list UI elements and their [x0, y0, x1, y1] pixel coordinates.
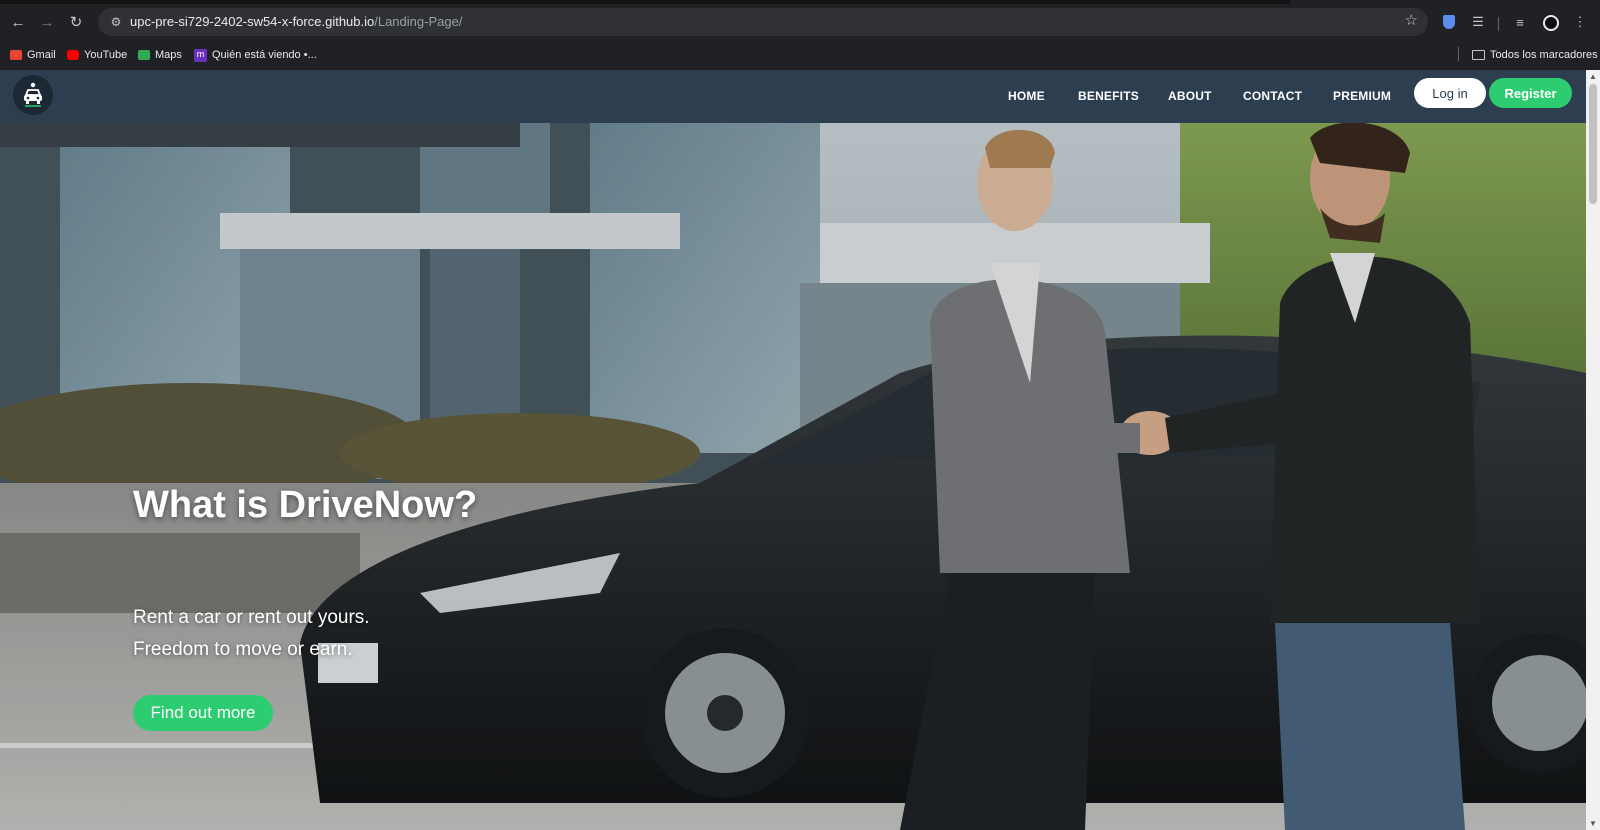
site-info-icon[interactable]: ⚙	[106, 12, 126, 32]
bookmark-label: YouTube	[84, 49, 128, 61]
url-path: /Landing-Page/	[374, 14, 463, 29]
bookmark-quien-esta-viendo[interactable]: m Quién está viendo •...	[194, 46, 317, 64]
profile-avatar[interactable]	[1543, 15, 1559, 31]
hero-title: What is DriveNow?	[133, 484, 478, 526]
bookmark-gmail[interactable]: Gmail	[10, 46, 56, 64]
all-bookmarks[interactable]: Todos los marcadores	[1472, 46, 1598, 64]
scroll-down-arrow-icon[interactable]: ▼	[1589, 819, 1597, 828]
drivenow-logo[interactable]	[13, 75, 53, 115]
nav-contact[interactable]: CONTACT	[1243, 89, 1302, 103]
nav-home[interactable]: HOME	[1008, 89, 1045, 103]
register-button[interactable]: Register	[1489, 78, 1572, 108]
bookmark-star-icon[interactable]: ☆	[1405, 11, 1418, 29]
menu-icon[interactable]: ⋮	[1568, 10, 1592, 34]
hero-subtitle-line-1: Rent a car or rent out yours.	[133, 607, 370, 628]
folder-icon	[1472, 50, 1485, 60]
bookmark-label: Maps	[155, 49, 182, 61]
extension-icon[interactable]	[1437, 10, 1461, 34]
reload-icon[interactable]: ↻	[63, 9, 89, 35]
forward-icon[interactable]: →	[34, 9, 60, 35]
site-navbar: HOME BENEFITS ABOUT CONTACT PREMIUM Log …	[0, 70, 1586, 123]
bookmark-youtube[interactable]: YouTube	[67, 46, 127, 64]
url-host: upc-pre-si729-2402-sw54-x-force.github.i…	[130, 14, 375, 29]
hero-subtitle-line-2: Freedom to move or earn.	[133, 639, 353, 660]
nav-benefits[interactable]: BENEFITS	[1078, 89, 1139, 103]
back-icon[interactable]: ←	[5, 9, 31, 35]
m-icon: m	[194, 48, 207, 62]
browser-toolbar: ← → ↻ ⚙ upc-pre-si729-2402-sw54-x-force.…	[0, 4, 1600, 40]
gmail-icon	[10, 50, 22, 60]
bookmarks-bar: Gmail YouTube Maps m Quién está viendo •.…	[0, 42, 1600, 68]
find-out-more-button[interactable]: Find out more	[133, 695, 273, 731]
toolbar-divider	[1498, 17, 1499, 31]
youtube-icon	[67, 50, 79, 60]
all-bookmarks-label: Todos los marcadores	[1490, 49, 1598, 61]
scroll-thumb[interactable]	[1589, 84, 1597, 204]
browser-chrome: ← → ↻ ⚙ upc-pre-si729-2402-sw54-x-force.…	[0, 0, 1600, 70]
bookmark-label: Gmail	[27, 49, 56, 61]
maps-icon	[138, 50, 150, 60]
page-scrollbar[interactable]: ▲ ▼	[1586, 70, 1600, 830]
puzzle-icon[interactable]: ☰	[1466, 10, 1490, 34]
car-logo-icon	[24, 82, 42, 107]
url-text[interactable]: upc-pre-si729-2402-sw54-x-force.github.i…	[130, 14, 462, 29]
address-bar[interactable]: ⚙ upc-pre-si729-2402-sw54-x-force.github…	[98, 8, 1428, 36]
scroll-up-arrow-icon[interactable]: ▲	[1589, 72, 1597, 81]
nav-about[interactable]: ABOUT	[1168, 89, 1212, 103]
hero-section: What is DriveNow? Rent a car or rent out…	[0, 123, 1586, 830]
bookmark-maps[interactable]: Maps	[138, 46, 182, 64]
bookmark-label: Quién está viendo •...	[212, 49, 317, 61]
page-viewport: HOME BENEFITS ABOUT CONTACT PREMIUM Log …	[0, 70, 1586, 830]
bookmarks-divider	[1458, 47, 1459, 61]
login-button[interactable]: Log in	[1414, 78, 1486, 108]
media-icon[interactable]: ≡	[1508, 10, 1532, 34]
nav-premium[interactable]: PREMIUM	[1333, 89, 1391, 103]
